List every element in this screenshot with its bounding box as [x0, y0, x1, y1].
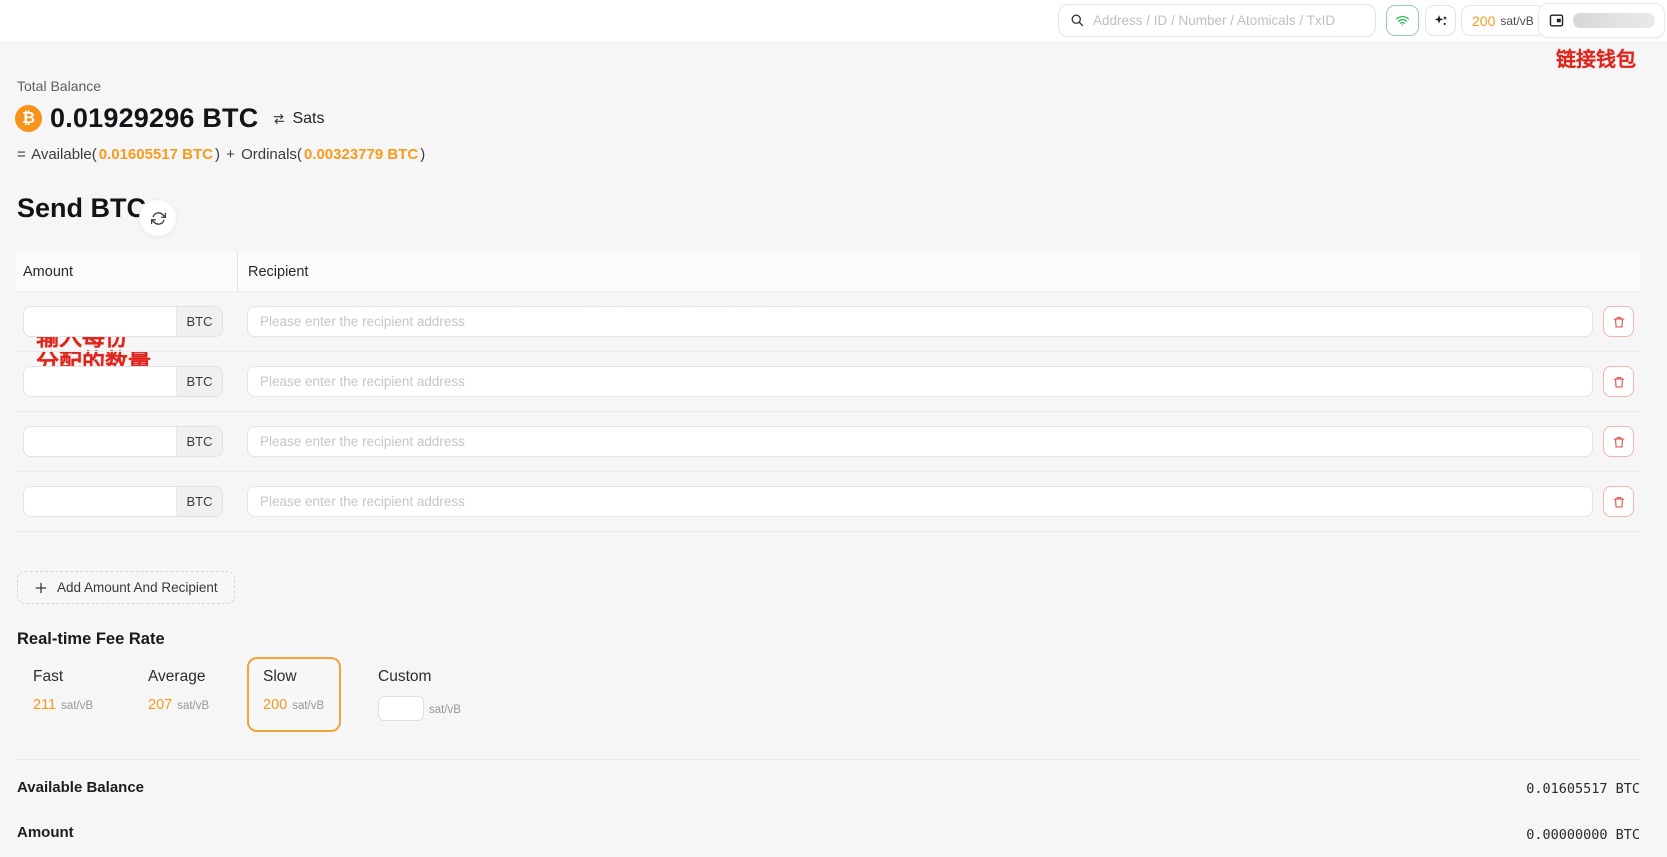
- fee-option-unit: sat/vB: [292, 700, 324, 712]
- fee-badge-value: 200: [1472, 13, 1495, 29]
- amount-input-group: BTC: [23, 426, 223, 457]
- fee-badge-unit: sat/vB: [1500, 14, 1533, 28]
- available-value: 0.01605517 BTC: [99, 146, 213, 163]
- available-close: ): [215, 146, 220, 163]
- btc-sats-toggle[interactable]: Sats: [271, 110, 324, 128]
- search-icon: [1070, 13, 1085, 28]
- recipient-input-1[interactable]: [247, 306, 1593, 337]
- summary-divider: [16, 759, 1640, 760]
- amount-input-group: BTC: [23, 306, 223, 337]
- delete-row-button-2[interactable]: [1603, 366, 1634, 397]
- fee-option-label: Fast: [33, 668, 95, 686]
- fee-option-unit: sat/vB: [177, 700, 209, 712]
- refresh-icon: [151, 211, 166, 226]
- fee-option-fast[interactable]: Fast 211 sat/vB: [17, 657, 111, 732]
- fee-option-unit: sat/vB: [429, 704, 461, 716]
- breakdown-plus: +: [226, 146, 235, 163]
- fee-option-value: 207: [148, 697, 172, 713]
- sats-toggle-label: Sats: [292, 110, 324, 128]
- add-button-label: Add Amount And Recipient: [57, 580, 218, 595]
- total-balance-label: Total Balance: [17, 78, 101, 94]
- custom-fee-input[interactable]: [378, 696, 424, 721]
- add-amount-recipient-button[interactable]: Add Amount And Recipient: [17, 571, 235, 604]
- fee-options: Fast 211 sat/vB Average 207 sat/vB Slow 20…: [17, 657, 477, 732]
- btc-unit-chip: BTC: [176, 307, 222, 336]
- plus-icon: [34, 581, 48, 595]
- btc-unit-chip: BTC: [176, 487, 222, 516]
- amount-input-group: BTC: [23, 486, 223, 517]
- btc-unit-chip: BTC: [176, 427, 222, 456]
- delete-row-button-3[interactable]: [1603, 426, 1634, 457]
- annotation-link-wallet: 链接钱包: [1556, 43, 1636, 72]
- amount-input-1[interactable]: [24, 307, 176, 336]
- amount-input-2[interactable]: [24, 367, 176, 396]
- fee-rate-title: Real-time Fee Rate: [17, 630, 165, 649]
- fee-option-custom[interactable]: Custom sat/vB: [362, 657, 477, 732]
- amount-column-header: Amount: [16, 264, 237, 280]
- trash-icon: [1612, 315, 1626, 329]
- amount-input-group: BTC: [23, 366, 223, 397]
- balance-row: ₿ 0.01929296 BTC Sats: [15, 103, 324, 134]
- ordinals-value: 0.00323779 BTC: [304, 146, 418, 163]
- wifi-icon: [1394, 13, 1411, 28]
- send-row-1: BTC: [16, 292, 1640, 352]
- delete-row-button-1[interactable]: [1603, 306, 1634, 337]
- amount-input-4[interactable]: [24, 487, 176, 516]
- trash-icon: [1612, 435, 1626, 449]
- available-label: Available(: [31, 146, 97, 163]
- available-balance-label: Available Balance: [17, 779, 144, 796]
- recipient-input-4[interactable]: [247, 486, 1593, 517]
- page-title: Send BTC: [17, 193, 146, 224]
- amount-total-label: Amount: [17, 824, 74, 841]
- table-header: Amount Recipient: [16, 252, 1640, 292]
- available-balance-value: 0.01605517 BTC: [1526, 781, 1640, 797]
- send-row-2: BTC: [16, 352, 1640, 412]
- fee-option-unit: sat/vB: [61, 700, 93, 712]
- refresh-button[interactable]: [139, 199, 177, 237]
- recipient-column-header: Recipient: [237, 252, 1640, 291]
- ordinals-label: Ordinals(: [241, 146, 302, 163]
- recipient-input-2[interactable]: [247, 366, 1593, 397]
- amount-input-3[interactable]: [24, 427, 176, 456]
- breakdown-eq: =: [17, 146, 26, 163]
- delete-row-button-4[interactable]: [1603, 486, 1634, 517]
- fee-option-value: 200: [263, 697, 287, 713]
- send-table: Amount Recipient BTC BTC BTC: [16, 252, 1640, 532]
- search-box[interactable]: [1058, 4, 1376, 37]
- btc-unit-chip: BTC: [176, 367, 222, 396]
- search-input[interactable]: [1093, 13, 1364, 28]
- wallet-address-redacted: [1573, 13, 1655, 28]
- fee-option-value: 211: [33, 697, 56, 713]
- balance-breakdown: = Available(0.01605517 BTC) + Ordinals(0…: [17, 146, 427, 163]
- sparkles-icon: [1433, 13, 1449, 29]
- recipient-input-3[interactable]: [247, 426, 1593, 457]
- wallet-account-button[interactable]: [1538, 3, 1665, 38]
- top-bar: 200 sat/vB: [0, 0, 1667, 43]
- fee-option-label: Custom: [378, 668, 461, 686]
- fee-option-average[interactable]: Average 207 sat/vB: [132, 657, 226, 732]
- network-status-button[interactable]: [1386, 5, 1419, 36]
- fee-option-label: Slow: [263, 668, 325, 686]
- fee-option-label: Average: [148, 668, 210, 686]
- amount-total-value: 0.00000000 BTC: [1526, 827, 1640, 843]
- wallet-panel-icon: [1548, 12, 1565, 29]
- send-row-4: BTC: [16, 472, 1640, 532]
- send-row-3: BTC: [16, 412, 1640, 472]
- fee-option-slow[interactable]: Slow 200 sat/vB: [247, 657, 341, 732]
- ordinals-close: ): [420, 146, 425, 163]
- swap-icon: [271, 112, 287, 126]
- ai-tools-button[interactable]: [1425, 5, 1456, 36]
- trash-icon: [1612, 375, 1626, 389]
- trash-icon: [1612, 495, 1626, 509]
- current-fee-badge[interactable]: 200 sat/vB: [1461, 5, 1545, 36]
- total-balance-value: 0.01929296 BTC: [50, 103, 258, 134]
- bitcoin-icon: ₿: [15, 105, 42, 132]
